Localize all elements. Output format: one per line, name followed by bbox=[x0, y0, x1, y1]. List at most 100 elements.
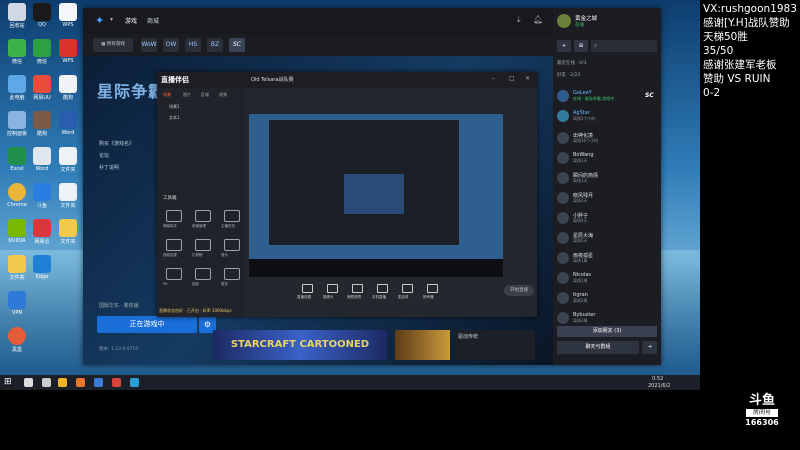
tab-image[interactable]: 图片 bbox=[183, 92, 191, 98]
search-icon[interactable] bbox=[24, 378, 33, 387]
live-companion-window: 直播伴侣 Old Telsara战队赛 – □ ✕ 场景 图片 区域 视频 场景… bbox=[157, 72, 537, 317]
link-patch-notes[interactable]: 补丁说明 bbox=[99, 164, 119, 171]
desktop-icon-label: Chrome bbox=[7, 202, 27, 208]
list-item[interactable]: 小胖子 离线4天 bbox=[553, 210, 661, 226]
taskview-icon[interactable] bbox=[42, 378, 51, 387]
list-item[interactable]: 出神化境 离线16个小时 bbox=[553, 130, 661, 146]
tab-games[interactable]: 游戏 bbox=[125, 16, 137, 25]
game-overwatch-icon[interactable]: OW bbox=[163, 38, 179, 52]
microphone-icon[interactable] bbox=[402, 284, 413, 293]
lottery-icon[interactable] bbox=[195, 268, 211, 280]
section-recent[interactable]: 最近在线 · 0/3 bbox=[557, 60, 587, 66]
popout-icon[interactable]: ⇥ bbox=[642, 341, 657, 354]
folder-icon[interactable] bbox=[58, 378, 67, 387]
stream-title[interactable]: Old Telsara战队赛 bbox=[251, 76, 294, 83]
download-icon[interactable]: ⤓ bbox=[517, 15, 521, 25]
speaker-icon[interactable] bbox=[427, 284, 438, 293]
chat-groups-button[interactable]: 聊天与群组 bbox=[557, 341, 639, 354]
tab-scene[interactable]: 场景 bbox=[163, 92, 171, 98]
desktop-icon-vpn[interactable]: VPN bbox=[2, 291, 32, 316]
minimize-icon[interactable]: – bbox=[492, 75, 495, 82]
more-icon[interactable] bbox=[224, 268, 240, 280]
link-forum[interactable]: 论坛 bbox=[99, 152, 109, 159]
app-icon-2[interactable] bbox=[130, 378, 139, 387]
desktop-icon-wps-2[interactable]: WPS bbox=[53, 39, 83, 64]
user-status[interactable]: 在线 bbox=[575, 22, 584, 28]
list-item[interactable]: 星辰大海 离线5天 bbox=[553, 230, 661, 246]
game-blizzard-icon[interactable]: BZ bbox=[207, 38, 223, 52]
pk-icon[interactable] bbox=[166, 268, 182, 280]
list-item[interactable]: BoWang 离线1天 bbox=[553, 150, 661, 166]
live-settings-icon[interactable] bbox=[302, 284, 313, 293]
user-name[interactable]: 黄金之城 bbox=[575, 14, 597, 22]
desktop-icon-wps[interactable]: WPS bbox=[53, 3, 83, 28]
app-icon[interactable] bbox=[112, 378, 121, 387]
add-friends-button[interactable]: 添加朋友 (3) bbox=[557, 326, 657, 337]
danmu-icon[interactable] bbox=[166, 210, 182, 222]
avatar[interactable] bbox=[557, 14, 571, 28]
banner-art[interactable] bbox=[395, 330, 450, 360]
close-icon[interactable]: ✕ bbox=[525, 75, 530, 82]
game-hearthstone-icon[interactable]: HS bbox=[185, 38, 201, 52]
admin-icon[interactable] bbox=[195, 210, 211, 222]
video-link-icon[interactable] bbox=[166, 239, 182, 251]
list-item[interactable]: AgStar 离线2个小时 bbox=[553, 108, 661, 124]
tab-shop[interactable]: 商城 bbox=[147, 16, 159, 25]
maximize-icon[interactable]: □ bbox=[509, 75, 515, 82]
scene-item[interactable]: 场景1 bbox=[169, 104, 180, 110]
avatar bbox=[557, 90, 569, 102]
link-buy-game[interactable]: 购买《游戏名》 bbox=[99, 140, 134, 147]
list-item[interactable]: GaLeeY 在线 · 星际争霸 游戏中 SC bbox=[553, 88, 661, 104]
desktop-icon-label: Word bbox=[61, 130, 75, 136]
chevron-down-icon[interactable]: ▾ bbox=[110, 16, 113, 23]
notification-icon[interactable]: 🔔︎ bbox=[533, 15, 543, 24]
list-item[interactable]: 瞬间的热情 离线1天 bbox=[553, 170, 661, 186]
stream-preview[interactable] bbox=[249, 114, 503, 277]
clock-time[interactable]: 0:52 bbox=[652, 376, 663, 382]
section-friends[interactable]: 好友 · 2/23 bbox=[557, 72, 580, 78]
tool-label: 主播任务 bbox=[221, 224, 235, 228]
game-wow-icon[interactable]: WoW bbox=[141, 38, 157, 52]
game-bar: ▦ 所有游戏 WoW OW HS BZ SC bbox=[83, 34, 553, 56]
battlenet-logo-icon[interactable]: ✦ bbox=[95, 14, 104, 27]
camera-icon[interactable] bbox=[327, 284, 338, 293]
phone-live-icon[interactable] bbox=[377, 284, 388, 293]
battlenet-icon[interactable] bbox=[94, 378, 103, 387]
task-icon[interactable] bbox=[224, 210, 240, 222]
list-item[interactable]: tigran 离线2周 bbox=[553, 290, 661, 306]
group-button[interactable]: ⊞ bbox=[574, 40, 588, 52]
desktop-icon-kugou[interactable]: 酷狗 bbox=[53, 75, 83, 101]
banner-news[interactable]: 驱动传统 bbox=[455, 330, 535, 360]
all-games-button[interactable]: ▦ 所有游戏 bbox=[93, 38, 133, 52]
desktop-icon-heybox[interactable]: 黑盒 bbox=[2, 327, 32, 353]
desktop-icon-label: WPS bbox=[62, 58, 74, 64]
search-icon: ⌕ bbox=[594, 42, 598, 49]
firefox-icon[interactable] bbox=[76, 378, 85, 387]
music-icon[interactable] bbox=[224, 239, 240, 251]
banner-starcraft-cartooned[interactable]: STARCRAFT CARTOONED bbox=[213, 330, 387, 360]
control-label: 摄像头 bbox=[323, 295, 334, 299]
desktop-icon-word[interactable]: Word bbox=[53, 111, 83, 136]
gift-icon[interactable] bbox=[195, 239, 211, 251]
desktop-icon-file-2[interactable]: 文件夹 bbox=[53, 183, 83, 209]
desktop-icon-file[interactable]: 文件夹 bbox=[53, 147, 83, 173]
list-item[interactable]: 晓风残月 离线2天 bbox=[553, 190, 661, 206]
play-button[interactable]: 正在游戏中 bbox=[97, 316, 197, 333]
windows-start-icon[interactable]: ⊞ bbox=[4, 377, 12, 387]
add-friend-button[interactable]: + bbox=[557, 40, 571, 52]
list-item[interactable]: Bybuster 离线3周 bbox=[553, 310, 661, 326]
game-starcraft-icon[interactable]: SC bbox=[229, 38, 245, 52]
search-input[interactable]: ⌕ bbox=[591, 40, 657, 52]
list-item[interactable]: 雨夜孤星 离线1周 bbox=[553, 250, 661, 266]
beauty-icon[interactable] bbox=[352, 284, 363, 293]
desktop-icon-edge[interactable]: Edge bbox=[27, 255, 57, 280]
scene-item[interactable]: 文本1 bbox=[169, 115, 180, 121]
tool-label: 弹幕助手 bbox=[163, 224, 177, 228]
tab-video[interactable]: 视频 bbox=[219, 92, 227, 98]
go-live-button[interactable]: 开始直播 bbox=[504, 285, 534, 296]
region-label[interactable]: 国服华东 · 繁体版 bbox=[99, 302, 139, 309]
desktop-icon-folder-2[interactable]: 文件夹 bbox=[53, 219, 83, 245]
list-item[interactable]: Nicolas 离线1周 bbox=[553, 270, 661, 286]
clock-date[interactable]: 2021/6/2 bbox=[648, 383, 670, 389]
tab-region[interactable]: 区域 bbox=[201, 92, 209, 98]
